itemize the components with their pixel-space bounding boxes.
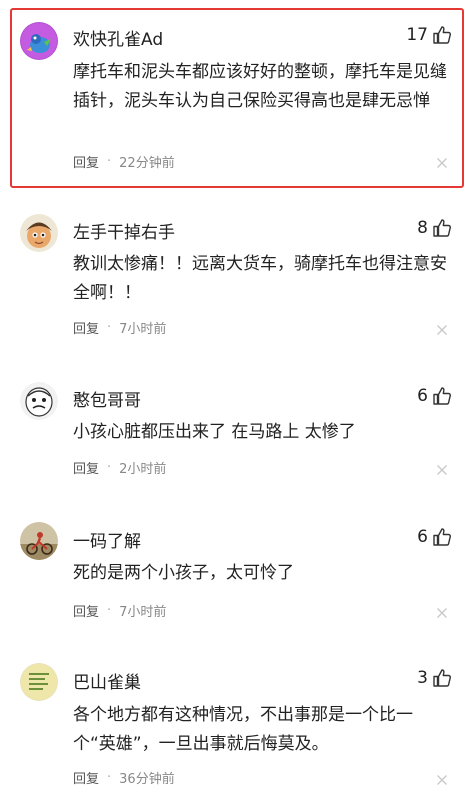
comment-text: 摩托车和泥头车都应该好好的整顿，摩托车是见缝插针，泥头车认为自己保险买得高也是肆… bbox=[73, 62, 447, 111]
comment-item: 欢快孔雀Ad 17 摩托车和泥头车都应该好好的整顿，摩托车是见缝插针，泥头车认为… bbox=[0, 0, 475, 190]
like-count: 6 bbox=[417, 386, 428, 406]
comment-text: 死的是两个小孩子，太可怜了 bbox=[73, 563, 294, 583]
like-button[interactable]: 6 bbox=[417, 386, 452, 406]
comment-text: 小孩心脏都压出来了 在马路上 太惨了 bbox=[73, 422, 356, 442]
thumbs-up-icon bbox=[432, 527, 452, 547]
avatar[interactable] bbox=[20, 22, 58, 60]
comment-time: 36分钟前 bbox=[119, 772, 175, 787]
avatar[interactable] bbox=[20, 522, 58, 560]
comment-meta: 回复 · 7小时前 bbox=[73, 318, 166, 337]
close-icon[interactable] bbox=[436, 461, 448, 475]
thumbs-up-icon bbox=[432, 25, 452, 45]
reply-button[interactable]: 回复 bbox=[73, 458, 99, 477]
meta-separator: · bbox=[107, 770, 112, 785]
thumbs-up-icon bbox=[432, 218, 452, 238]
username[interactable]: 左手干掉右手 bbox=[73, 218, 175, 243]
comment-meta: 回复 · 2小时前 bbox=[73, 458, 166, 477]
meta-separator: · bbox=[107, 320, 112, 335]
comment-item: 巴山雀巢 3 各个地方都有这种情况，不出事那是一个比一个“英雄”，一旦出事就后悔… bbox=[0, 635, 475, 801]
reply-button[interactable]: 回复 bbox=[73, 318, 99, 337]
close-icon[interactable] bbox=[436, 771, 448, 785]
comment-meta: 回复 · 36分钟前 bbox=[73, 768, 175, 787]
comment-time: 2小时前 bbox=[119, 462, 167, 477]
comment-meta: 回复 · 22分钟前 bbox=[73, 152, 175, 171]
like-count: 6 bbox=[417, 527, 428, 547]
comment-time: 7小时前 bbox=[119, 322, 167, 337]
like-count: 17 bbox=[406, 25, 428, 45]
meta-separator: · bbox=[107, 603, 112, 618]
comment-text: 各个地方都有这种情况，不出事那是一个比一个“英雄”，一旦出事就后悔莫及。 bbox=[73, 705, 413, 754]
username[interactable]: 欢快孔雀Ad bbox=[73, 25, 163, 50]
comment-item: 左手干掉右手 8 教训太惨痛！！远离大货车，骑摩托车也得注意安全啊！！ 回复 ·… bbox=[0, 190, 475, 350]
like-button[interactable]: 17 bbox=[406, 25, 452, 45]
like-button[interactable]: 8 bbox=[417, 218, 452, 238]
thumbs-up-icon bbox=[432, 386, 452, 406]
comment-text: 教训太惨痛！！远离大货车，骑摩托车也得注意安全啊！！ bbox=[73, 254, 447, 303]
comment-time: 7小时前 bbox=[119, 605, 167, 620]
username[interactable]: 一码了解 bbox=[73, 527, 141, 552]
avatar[interactable] bbox=[20, 663, 58, 701]
reply-button[interactable]: 回复 bbox=[73, 601, 99, 620]
reply-button[interactable]: 回复 bbox=[73, 768, 99, 787]
like-count: 8 bbox=[417, 218, 428, 238]
username[interactable]: 巴山雀巢 bbox=[73, 668, 141, 693]
like-button[interactable]: 6 bbox=[417, 527, 452, 547]
close-icon[interactable] bbox=[436, 321, 448, 335]
comment-meta: 回复 · 7小时前 bbox=[73, 601, 166, 620]
avatar[interactable] bbox=[20, 214, 58, 252]
avatar[interactable] bbox=[20, 382, 58, 420]
like-count: 3 bbox=[417, 668, 428, 688]
close-icon[interactable] bbox=[436, 154, 448, 168]
comment-time: 22分钟前 bbox=[119, 156, 175, 171]
username[interactable]: 憨包哥哥 bbox=[73, 386, 141, 411]
comment-list: 欢快孔雀Ad 17 摩托车和泥头车都应该好好的整顿，摩托车是见缝插针，泥头车认为… bbox=[0, 0, 475, 801]
reply-button[interactable]: 回复 bbox=[73, 152, 99, 171]
close-icon[interactable] bbox=[436, 604, 448, 618]
comment-item: 一码了解 6 死的是两个小孩子，太可怜了 回复 · 7小时前 bbox=[0, 495, 475, 635]
meta-separator: · bbox=[107, 154, 112, 169]
comment-item: 憨包哥哥 6 小孩心脏都压出来了 在马路上 太惨了 回复 · 2小时前 bbox=[0, 350, 475, 495]
thumbs-up-icon bbox=[432, 668, 452, 688]
like-button[interactable]: 3 bbox=[417, 668, 452, 688]
meta-separator: · bbox=[107, 460, 112, 475]
